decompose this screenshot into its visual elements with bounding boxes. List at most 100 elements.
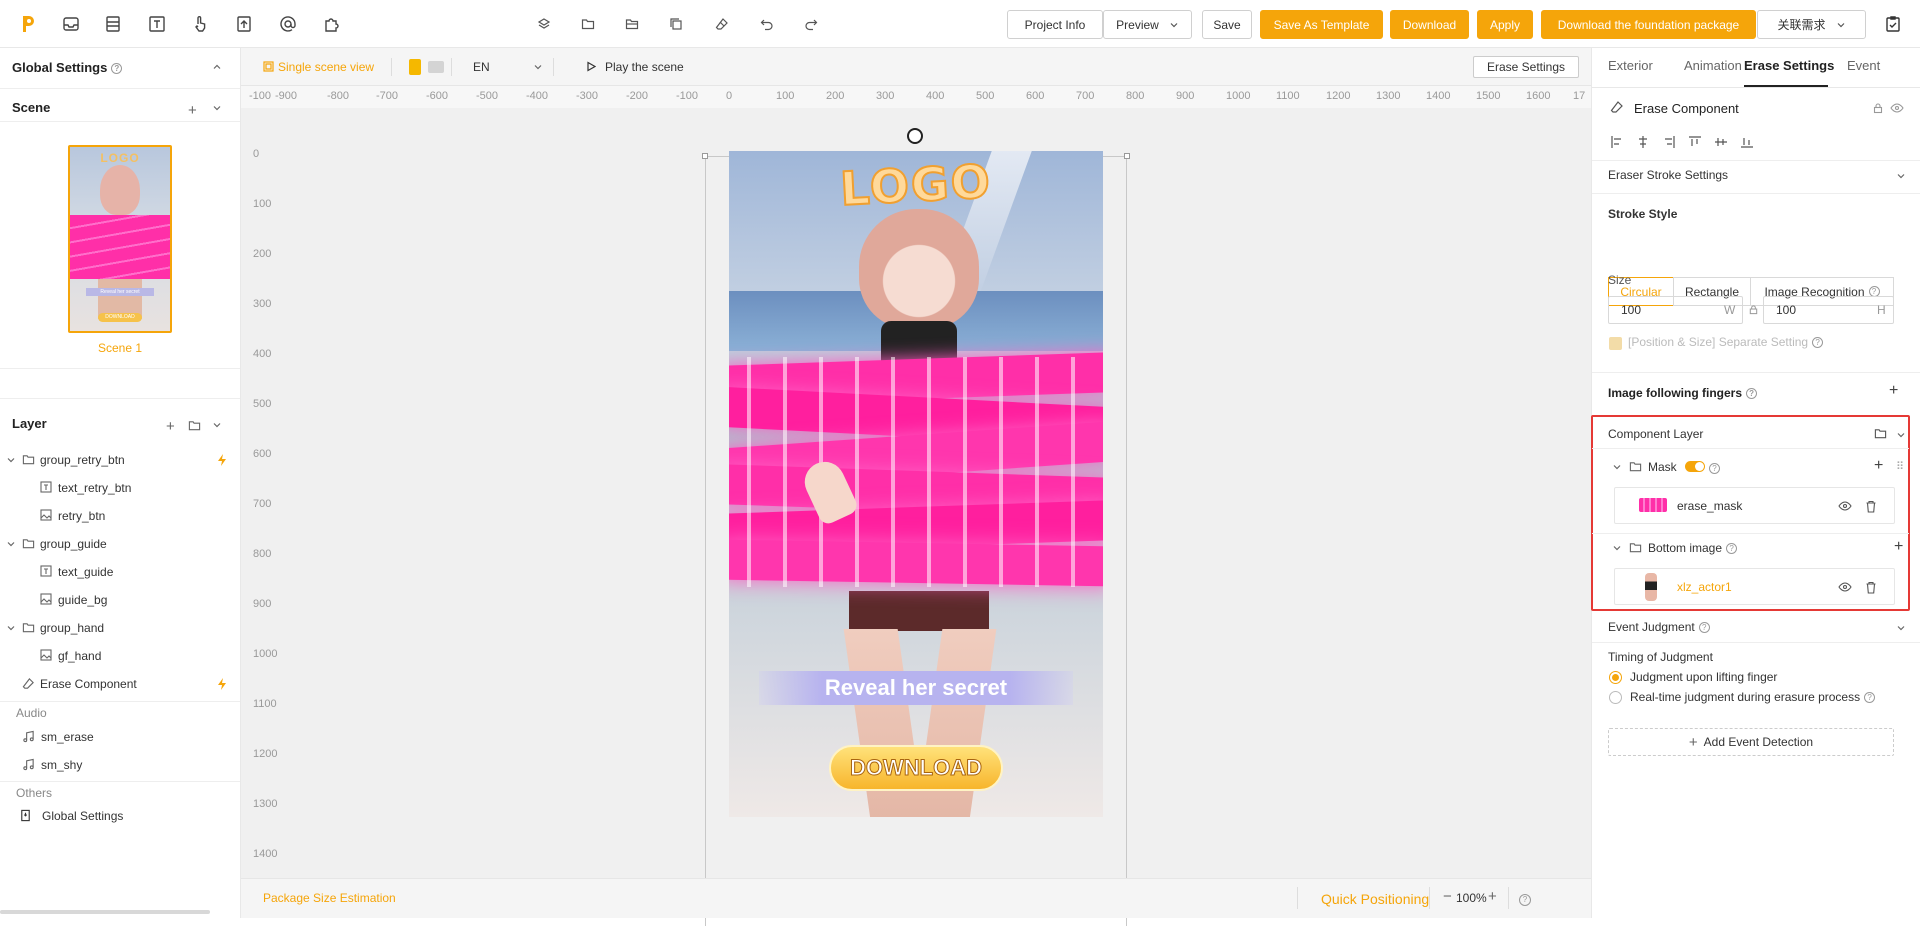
layer-item[interactable]: group_guide (0, 530, 240, 558)
tab-animation[interactable]: Animation (1684, 58, 1742, 73)
save-as-template-button[interactable]: Save As Template (1260, 10, 1383, 39)
bottom-image-item[interactable]: xlz_actor1 (1614, 568, 1895, 605)
help-icon[interactable]: ? (1726, 543, 1738, 555)
help-icon[interactable]: ? (1812, 337, 1824, 349)
lightning-icon[interactable] (216, 677, 230, 691)
project-info-button[interactable]: Project Info (1007, 10, 1103, 39)
save-button[interactable]: Save (1202, 10, 1252, 39)
play-icon[interactable] (586, 61, 596, 72)
add-bottom-image-icon[interactable]: + (1894, 538, 1903, 556)
zoom-out-button[interactable]: − (1443, 888, 1452, 905)
folder-open-icon[interactable] (622, 14, 642, 34)
help-icon[interactable]: ? (1864, 692, 1876, 704)
align-right-icon[interactable] (1662, 135, 1676, 149)
chevron-down-icon[interactable] (1896, 171, 1906, 181)
layer-item[interactable]: group_hand (0, 614, 240, 642)
add-event-detection-button[interactable]: + Add Event Detection (1608, 728, 1894, 756)
resize-handle[interactable] (702, 153, 708, 159)
layer-item[interactable]: guide_bg (0, 586, 240, 614)
eraser-icon[interactable] (712, 14, 732, 34)
chevron-down-icon[interactable] (1896, 623, 1906, 633)
lightning-icon[interactable] (216, 453, 230, 467)
layer-item[interactable]: text_retry_btn (0, 474, 240, 502)
chevron-down-icon[interactable] (1612, 462, 1622, 472)
layer-item[interactable]: Erase Component (0, 670, 240, 698)
inbox-icon[interactable] (59, 12, 83, 36)
apply-button[interactable]: Apply (1477, 10, 1533, 39)
puzzle-icon[interactable] (320, 12, 344, 36)
chevron-down-icon[interactable] (6, 539, 20, 553)
align-center-v-icon[interactable] (1714, 135, 1728, 149)
help-icon[interactable]: ? (1698, 622, 1710, 634)
color-swatch-yellow[interactable] (409, 59, 421, 75)
at-icon[interactable] (276, 12, 300, 36)
layers-list-icon[interactable] (101, 12, 125, 36)
visibility-eye-icon[interactable] (1838, 500, 1852, 512)
layer-item[interactable]: retry_btn (0, 502, 240, 530)
quick-positioning-button[interactable]: Quick Positioning (1321, 891, 1429, 907)
align-center-h-icon[interactable] (1636, 135, 1650, 149)
separate-setting-checkbox[interactable] (1609, 337, 1622, 350)
horizontal-scrollbar[interactable] (0, 910, 210, 914)
add-layer-icon[interactable]: + (166, 418, 175, 435)
visibility-eye-icon[interactable] (1838, 581, 1852, 593)
copy-icon[interactable] (666, 14, 686, 34)
logo-icon[interactable] (16, 12, 40, 36)
radio-realtime[interactable] (1609, 691, 1622, 704)
scene-name[interactable]: Scene 1 (0, 341, 240, 355)
clipboard-check-icon[interactable] (1881, 12, 1905, 36)
folder-icon[interactable] (578, 14, 598, 34)
stack-icon[interactable] (534, 14, 554, 34)
tab-exterior[interactable]: Exterior (1608, 58, 1653, 73)
file-upload-icon[interactable] (232, 12, 256, 36)
lock-icon[interactable] (1872, 102, 1884, 114)
align-top-icon[interactable] (1688, 135, 1702, 149)
hand-pointer-icon[interactable] (188, 12, 212, 36)
chevron-down-icon[interactable] (212, 103, 222, 113)
rotate-handle-icon[interactable] (907, 128, 923, 144)
align-bottom-icon[interactable] (1740, 135, 1754, 149)
tab-erase-settings[interactable]: Erase Settings (1744, 58, 1834, 73)
align-left-icon[interactable] (1610, 135, 1624, 149)
layer-item[interactable]: group_retry_btn (0, 446, 240, 474)
layer-item[interactable]: gf_hand (0, 642, 240, 670)
zoom-in-button[interactable]: + (1488, 888, 1497, 905)
download-button[interactable]: Download (1390, 10, 1469, 39)
help-icon[interactable]: ? (1746, 388, 1758, 400)
chevron-up-icon[interactable] (212, 62, 222, 72)
download-foundation-button[interactable]: Download the foundation package (1541, 10, 1756, 39)
visibility-eye-icon[interactable] (1890, 102, 1904, 114)
folder-icon[interactable] (188, 419, 201, 432)
mask-toggle[interactable] (1685, 461, 1705, 472)
chevron-down-icon[interactable] (1612, 543, 1622, 553)
chevron-down-icon[interactable] (1896, 430, 1906, 440)
drag-handle-icon[interactable]: ⠿ (1896, 460, 1904, 473)
add-scene-icon[interactable]: + (188, 102, 197, 119)
scene-thumbnail[interactable]: LOGO Reveal her secret DOWNLOAD (68, 145, 172, 333)
trash-icon[interactable] (1865, 500, 1877, 513)
text-icon[interactable] (145, 12, 169, 36)
language-select[interactable]: EN (473, 60, 490, 74)
radio-lift-finger[interactable] (1609, 671, 1622, 684)
others-global-settings[interactable]: Global Settings (0, 802, 240, 830)
eraser-stroke-settings-header[interactable]: Eraser Stroke Settings (1608, 168, 1728, 182)
add-following-image-icon[interactable]: + (1889, 382, 1898, 400)
chevron-down-icon[interactable] (6, 455, 20, 469)
chevron-down-icon[interactable] (212, 420, 222, 430)
audio-item-sm-shy[interactable]: sm_shy (0, 751, 240, 779)
folder-icon[interactable] (1874, 427, 1887, 440)
related-requirements-dropdown[interactable]: 关联需求 (1757, 10, 1866, 39)
width-input[interactable]: 100 W (1608, 296, 1743, 324)
chevron-down-icon[interactable] (533, 62, 543, 72)
package-size-link[interactable]: Package Size Estimation (263, 891, 396, 905)
resize-handle[interactable] (1124, 153, 1130, 159)
undo-icon[interactable] (757, 14, 777, 34)
height-input[interactable]: 100 H (1763, 296, 1894, 324)
erase-settings-button[interactable]: Erase Settings (1473, 56, 1579, 78)
help-icon[interactable]: ? (1709, 463, 1720, 475)
layer-item[interactable]: text_guide (0, 558, 240, 586)
chevron-down-icon[interactable] (6, 623, 20, 637)
color-swatch-gray[interactable] (428, 61, 444, 73)
audio-item-sm-erase[interactable]: sm_erase (0, 723, 240, 751)
lock-ratio-icon[interactable] (1748, 304, 1759, 315)
